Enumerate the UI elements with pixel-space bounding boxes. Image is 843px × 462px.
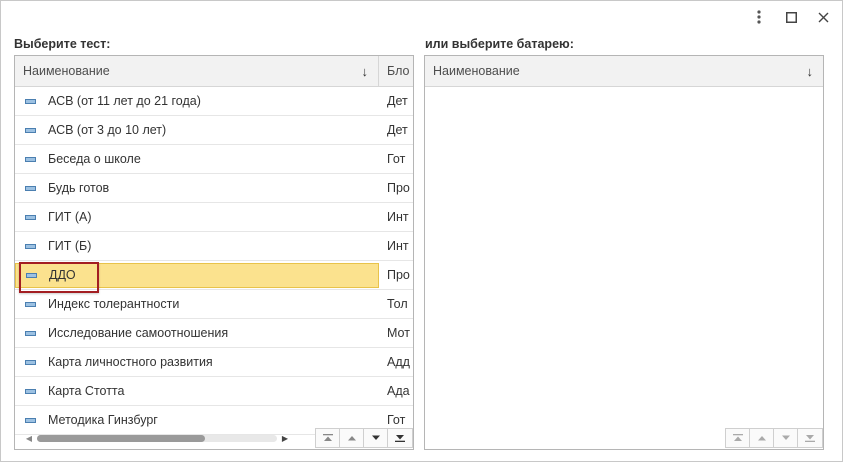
cell-name[interactable]: Будь готов [15, 174, 379, 202]
cell-name[interactable]: ГИТ (Б) [15, 232, 379, 260]
cell-name[interactable]: Исследование самоотношения [15, 319, 379, 347]
test-item-icon [26, 272, 37, 278]
cell-block[interactable]: Адд [379, 355, 413, 369]
test-name-label: Исследование самоотношения [48, 326, 229, 340]
tests-table-body: АСВ (от 11 лет до 21 года) Дет АСВ (от 3 д… [15, 87, 413, 435]
tests-table[interactable]: Наименование ↓ Бло АСВ (от 11 лет до 21 … [14, 55, 414, 450]
horizontal-scrollbar[interactable]: ◀ ▶ [23, 433, 291, 443]
tests-nav-buttons [315, 428, 413, 448]
table-row[interactable]: АСВ (от 3 до 10 лет) Дет [15, 116, 413, 145]
test-item-icon [25, 301, 36, 307]
close-icon[interactable] [810, 7, 836, 27]
table-row[interactable]: ДДО Про [15, 261, 413, 293]
sort-desc-icon: ↓ [361, 64, 369, 79]
test-item-icon [25, 127, 36, 133]
column-header-name[interactable]: Наименование ↓ [15, 56, 379, 87]
first-page-icon[interactable] [726, 429, 750, 447]
scroll-track[interactable] [37, 434, 277, 442]
cell-block[interactable]: Ада [379, 384, 413, 398]
column-header-name-label: Наименование [23, 64, 110, 78]
cell-name[interactable]: Индекс толерантности [15, 290, 379, 318]
table-row[interactable]: ГИТ (А) Инт [15, 203, 413, 232]
test-name-label: Карта Стотта [48, 384, 125, 398]
table-row[interactable]: ГИТ (Б) Инт [15, 232, 413, 261]
next-page-icon[interactable] [364, 429, 388, 447]
test-item-icon [25, 388, 36, 394]
titlebar-buttons [746, 7, 836, 27]
cell-name[interactable]: Карта личностного развития [15, 348, 379, 376]
cell-name[interactable]: Беседа о школе [15, 145, 379, 173]
table-row[interactable]: АСВ (от 11 лет до 21 года) Дет [15, 87, 413, 116]
test-name-label: Карта личностного развития [48, 355, 213, 369]
test-item-icon [25, 359, 36, 365]
test-name-label: Будь готов [48, 181, 110, 195]
test-name-label: Методика Гинзбург [48, 413, 158, 427]
maximize-icon[interactable] [778, 7, 804, 27]
cell-name[interactable]: АСВ (от 11 лет до 21 года) [15, 87, 379, 115]
test-item-icon [25, 156, 36, 162]
kebab-menu-icon[interactable] [746, 7, 772, 27]
column-header-block-label: Бло [387, 64, 410, 78]
test-item-icon [25, 98, 36, 104]
cell-block[interactable]: Тол [379, 297, 413, 311]
cell-block[interactable]: Дет [379, 123, 413, 137]
cell-block[interactable]: Про [379, 181, 413, 195]
test-name-label: ДДО [49, 268, 76, 282]
last-page-icon[interactable] [388, 429, 412, 447]
test-item-icon [25, 330, 36, 336]
test-item-icon [25, 417, 36, 423]
test-item-icon [25, 243, 36, 249]
scroll-right-icon[interactable]: ▶ [279, 434, 291, 443]
last-page-icon[interactable] [798, 429, 822, 447]
scroll-left-icon[interactable]: ◀ [23, 434, 35, 443]
cell-name[interactable]: АСВ (от 3 до 10 лет) [15, 116, 379, 144]
cell-name[interactable]: Карта Стотта [15, 377, 379, 405]
cell-name[interactable]: ГИТ (А) [15, 203, 379, 231]
cell-name[interactable]: ДДО [15, 262, 379, 288]
test-name-label: АСВ (от 11 лет до 21 года) [48, 94, 201, 108]
cell-block[interactable]: Инт [379, 210, 413, 224]
table-row[interactable]: Исследование самоотношения Мот [15, 319, 413, 348]
batteries-table-footer [425, 427, 823, 449]
test-name-label: ГИТ (Б) [48, 239, 92, 253]
table-row[interactable]: Карта Стотта Ада [15, 377, 413, 406]
select-battery-caption: или выберите батарею: [425, 37, 574, 51]
prev-page-icon[interactable] [340, 429, 364, 447]
cell-block[interactable]: Дет [379, 94, 413, 108]
table-row[interactable]: Карта личностного развития Адд [15, 348, 413, 377]
select-test-caption: Выберите тест: [14, 37, 111, 51]
cell-block[interactable]: Мот [379, 326, 413, 340]
scroll-thumb[interactable] [37, 434, 205, 442]
column-header-name[interactable]: Наименование ↓ [425, 56, 823, 87]
next-page-icon[interactable] [774, 429, 798, 447]
batteries-nav-buttons [725, 428, 823, 448]
prev-page-icon[interactable] [750, 429, 774, 447]
tests-table-footer: ◀ ▶ [15, 427, 413, 449]
test-name-label: Индекс толерантности [48, 297, 180, 311]
test-name-label: Беседа о школе [48, 152, 141, 166]
tests-table-header: Наименование ↓ Бло [15, 56, 413, 87]
cell-block[interactable]: Про [379, 268, 413, 282]
test-item-icon [25, 214, 36, 220]
batteries-table-header: Наименование ↓ [425, 56, 823, 87]
batteries-table[interactable]: Наименование ↓ [424, 55, 824, 450]
cell-block[interactable]: Гот [379, 413, 413, 427]
test-name-label: АСВ (от 3 до 10 лет) [48, 123, 167, 137]
test-item-icon [25, 185, 36, 191]
table-row[interactable]: Индекс толерантности Тол [15, 290, 413, 319]
cell-block[interactable]: Инт [379, 239, 413, 253]
test-name-label: ГИТ (А) [48, 210, 92, 224]
sort-desc-icon: ↓ [806, 64, 814, 79]
table-row[interactable]: Беседа о школе Гот [15, 145, 413, 174]
table-row[interactable]: Будь готов Про [15, 174, 413, 203]
column-header-name-label: Наименование [433, 64, 520, 78]
column-header-block[interactable]: Бло [379, 56, 413, 87]
cell-block[interactable]: Гот [379, 152, 413, 166]
first-page-icon[interactable] [316, 429, 340, 447]
dialog-window: Выберите тест: или выберите батарею: Наи… [0, 0, 843, 462]
